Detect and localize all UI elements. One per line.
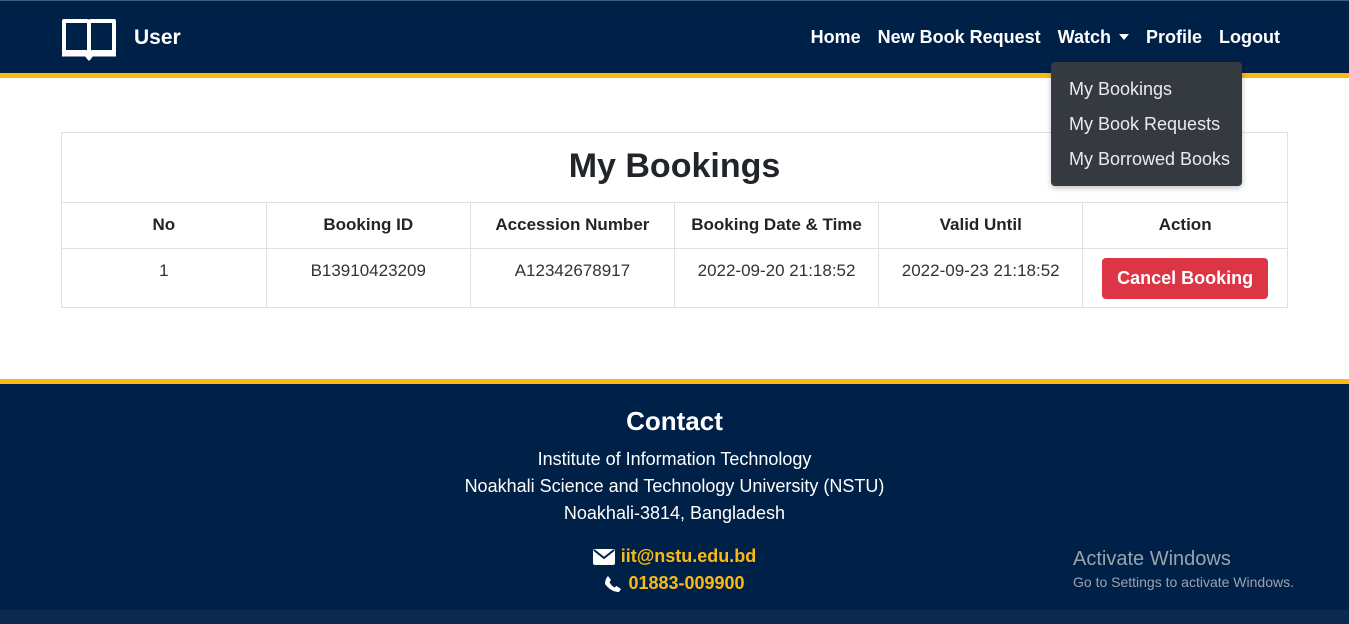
caret-down-icon xyxy=(1119,34,1129,40)
address-line: Noakhali-3814, Bangladesh xyxy=(563,503,786,523)
cell-booking-id: B13910423209 xyxy=(266,248,471,307)
open-book-icon xyxy=(62,19,116,61)
nav-profile[interactable]: Profile xyxy=(1146,27,1202,48)
bookings-table: No Booking ID Accession Number Booking D… xyxy=(62,203,1287,307)
phone-text: 01883-009900 xyxy=(628,573,745,593)
column-header-booking-id: Booking ID xyxy=(266,203,471,249)
address-line: Institute of Information Technology xyxy=(537,449,812,469)
dropdown-item-my-book-requests[interactable]: My Book Requests xyxy=(1051,107,1242,142)
cell-accession-number: A12342678917 xyxy=(470,248,675,307)
cell-action: Cancel Booking xyxy=(1083,248,1287,307)
footer-title: Contact xyxy=(626,406,723,436)
nav-home[interactable]: Home xyxy=(811,27,861,48)
nav-watch-dropdown[interactable]: Watch xyxy=(1058,27,1129,48)
table-header-row: No Booking ID Accession Number Booking D… xyxy=(62,203,1287,249)
dropdown-item-my-bookings[interactable]: My Bookings xyxy=(1051,72,1242,107)
envelope-icon xyxy=(592,548,615,565)
activate-windows-watermark: Activate Windows Go to Settings to activ… xyxy=(1073,548,1294,590)
email-text: iit@nstu.edu.bd xyxy=(620,546,757,566)
column-header-booking-date: Booking Date & Time xyxy=(674,203,880,249)
cell-booking-date: 2022-09-20 21:18:52 xyxy=(674,248,880,307)
nav-new-book-request[interactable]: New Book Request xyxy=(878,27,1041,48)
watermark-title: Activate Windows xyxy=(1073,548,1231,570)
brand-label: User xyxy=(134,26,181,49)
address-line: Noakhali Science and Technology Universi… xyxy=(464,476,885,496)
footer-bottom-bar xyxy=(0,610,1349,624)
watermark-subtitle: Go to Settings to activate Windows. xyxy=(1073,574,1294,590)
column-header-accession-number: Accession Number xyxy=(470,203,675,249)
cell-valid-until: 2022-09-23 21:18:52 xyxy=(878,248,1084,307)
nav-logout[interactable]: Logout xyxy=(1219,27,1280,48)
column-header-valid-until: Valid Until xyxy=(878,203,1084,249)
column-header-action: Action xyxy=(1082,203,1287,249)
table-row: 1 B13910423209 A12342678917 2022-09-20 2… xyxy=(62,248,1287,307)
brand[interactable]: User xyxy=(60,15,181,61)
cancel-booking-button[interactable]: Cancel Booking xyxy=(1102,257,1269,299)
dropdown-item-my-borrowed-books[interactable]: My Borrowed Books xyxy=(1051,142,1242,177)
cell-no: 1 xyxy=(62,248,267,307)
watch-dropdown-menu: My Bookings My Book Requests My Borrowed… xyxy=(1051,62,1242,186)
nav-watch-label: Watch xyxy=(1057,27,1111,47)
nav-links: Home New Book Request Watch Profile Logo… xyxy=(811,27,1280,48)
column-header-no: No xyxy=(62,203,267,249)
phone-icon xyxy=(605,575,622,592)
footer-address: Institute of Information Technology Noak… xyxy=(0,446,1349,527)
